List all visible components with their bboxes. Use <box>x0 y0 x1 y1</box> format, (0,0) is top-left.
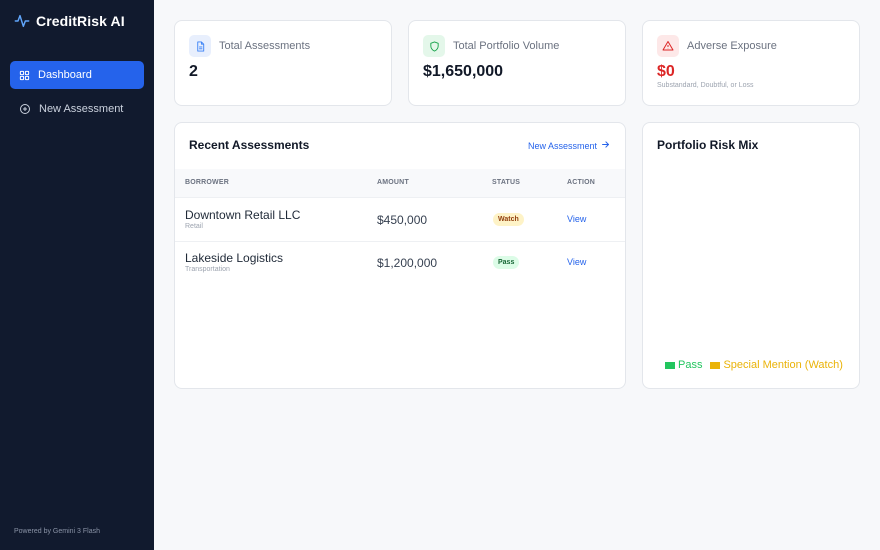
stat-title: Total Assessments <box>219 40 311 52</box>
legend-swatch <box>710 361 721 369</box>
sidebar-nav: Dashboard New Assessment <box>10 61 144 129</box>
legend-label: Pass <box>678 359 703 371</box>
shield-icon <box>423 35 445 57</box>
sidebar-item-label: New Assessment <box>39 103 124 115</box>
view-link[interactable]: View <box>567 214 586 224</box>
stat-title: Adverse Exposure <box>687 40 777 52</box>
column-header-action: ACTION <box>567 179 596 186</box>
stat-header: Total Portfolio Volume <box>423 35 559 57</box>
section-title: Portfolio Risk Mix <box>657 138 759 152</box>
powered-by: Powered by Gemini 3 Flash <box>14 528 100 535</box>
document-icon <box>189 35 211 57</box>
sidebar: CreditRisk AI Dashboard New Assessment P… <box>0 0 154 550</box>
column-header-borrower: BORROWER <box>185 179 229 186</box>
column-header-amount: AMOUNT <box>377 179 409 186</box>
stat-card-adverse-exposure: Adverse Exposure $0 Substandard, Doubtfu… <box>642 20 860 106</box>
section-title: Recent Assessments <box>189 138 310 152</box>
borrower-sector: Retail <box>185 223 203 230</box>
brand[interactable]: CreditRisk AI <box>14 13 125 29</box>
stat-title: Total Portfolio Volume <box>453 40 560 52</box>
new-assessment-link[interactable]: New Assessment <box>528 140 610 151</box>
warning-icon <box>657 35 679 57</box>
stat-header: Total Assessments <box>189 35 310 57</box>
stat-card-total-assessments: Total Assessments 2 <box>174 20 392 106</box>
chart-legend: Pass Special Mention (Watch) <box>665 359 843 371</box>
table-header: BORROWER AMOUNT STATUS ACTION <box>175 169 625 198</box>
stat-value: $0 <box>657 63 675 80</box>
grid-icon <box>19 70 30 81</box>
borrower-sector: Transportation <box>185 266 230 273</box>
stat-subtitle: Substandard, Doubtful, or Loss <box>657 82 754 89</box>
legend-item-pass[interactable]: Pass <box>665 359 702 371</box>
table-row: Downtown Retail LLC Retail $450,000 Watc… <box>175 199 625 242</box>
borrower-name: Lakeside Logistics <box>185 251 284 265</box>
pulse-icon <box>14 13 30 29</box>
legend-label: Special Mention (Watch) <box>723 359 843 371</box>
stat-card-portfolio-volume: Total Portfolio Volume $1,650,000 <box>408 20 626 106</box>
plus-circle-icon <box>19 103 31 115</box>
stat-value: $1,650,000 <box>423 63 504 80</box>
sidebar-item-label: Dashboard <box>38 69 92 81</box>
table-row: Lakeside Logistics Transportation $1,200… <box>175 242 625 285</box>
recent-assessments-card: Recent Assessments New Assessment BORROW… <box>174 122 626 389</box>
legend-item-watch[interactable]: Special Mention (Watch) <box>710 359 843 371</box>
link-label: New Assessment <box>527 140 597 151</box>
loan-amount: $1,200,000 <box>377 256 438 270</box>
status-badge: Pass <box>493 256 520 269</box>
arrow-right-icon <box>601 140 610 151</box>
view-link[interactable]: View <box>567 257 586 267</box>
legend-swatch <box>665 361 675 369</box>
app-name: CreditRisk AI <box>36 13 125 29</box>
borrower-name: Downtown Retail LLC <box>185 208 301 222</box>
column-header-status: STATUS <box>492 179 521 186</box>
sidebar-item-dashboard[interactable]: Dashboard <box>10 61 144 89</box>
loan-amount: $450,000 <box>377 213 428 227</box>
stat-value: 2 <box>189 63 198 80</box>
sidebar-item-new-assessment[interactable]: New Assessment <box>10 95 144 123</box>
portfolio-risk-mix-card: Portfolio Risk Mix Pass Special Mention … <box>642 122 860 389</box>
stat-header: Adverse Exposure <box>657 35 777 57</box>
status-badge: Watch <box>493 213 524 226</box>
